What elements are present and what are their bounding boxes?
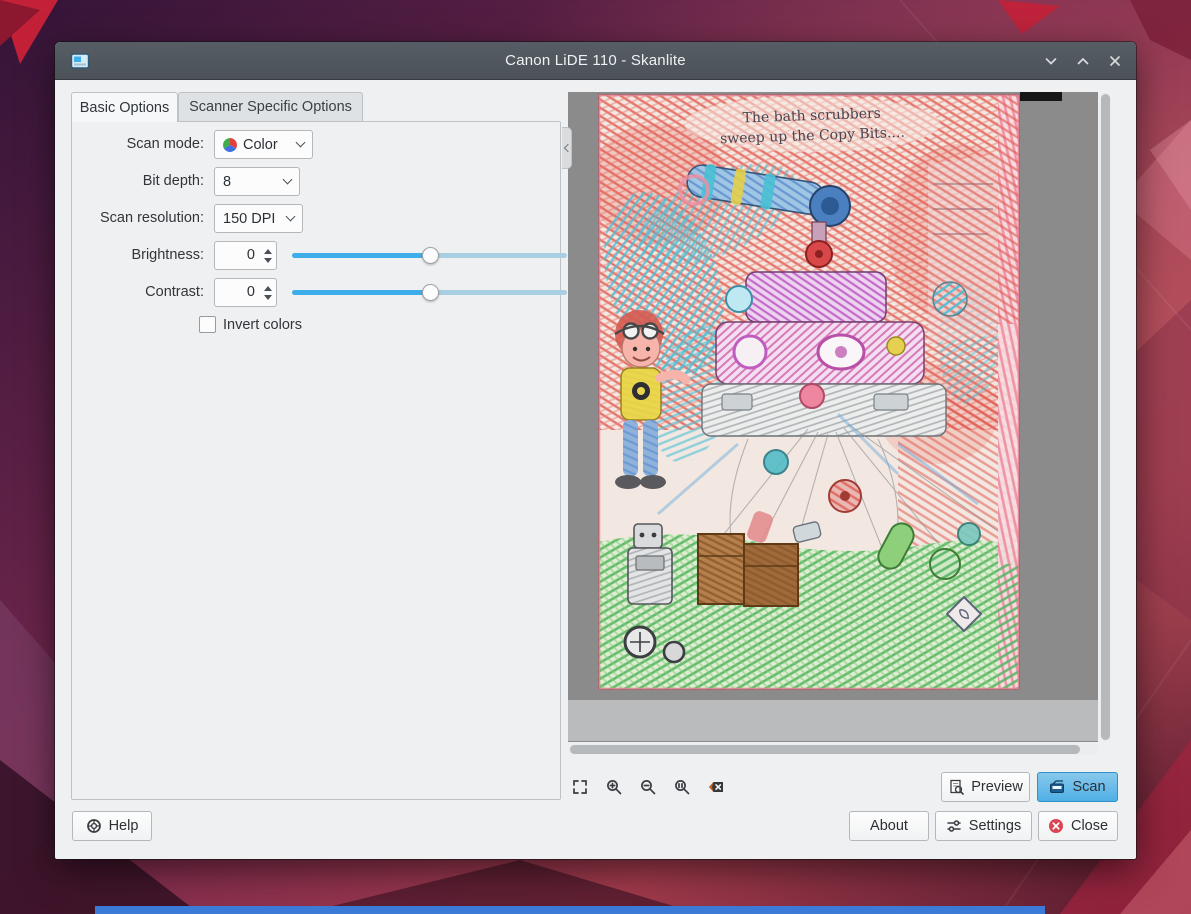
bit-depth-label: Bit depth: <box>74 167 204 196</box>
zoom-fit-icon <box>571 778 589 796</box>
tab-basic-options-label: Basic Options <box>80 100 169 116</box>
chevron-down-icon <box>296 138 306 148</box>
basic-options-panel: Scan mode: Color Bit depth: 8 Scan resol… <box>71 121 561 800</box>
spin-down-button[interactable] <box>264 258 272 263</box>
about-button[interactable]: About <box>849 811 929 841</box>
chevron-down-icon <box>283 175 293 185</box>
close-button-label: Close <box>1071 818 1108 834</box>
maximize-button[interactable] <box>1072 50 1094 72</box>
settings-button-label: Settings <box>969 818 1021 834</box>
scan-resolution-value: 150 DPI <box>223 211 275 227</box>
contrast-label: Contrast: <box>74 278 204 307</box>
zoom-in-icon <box>605 778 623 796</box>
chevron-down-icon <box>286 212 296 222</box>
desktop: Canon LiDE 110 - Skanlite Basic Options … <box>0 0 1191 914</box>
contrast-slider[interactable] <box>292 278 567 307</box>
horizontal-scrollbar-thumb[interactable] <box>570 745 1080 754</box>
vertical-scrollbar-thumb[interactable] <box>1101 94 1110 740</box>
close-window-button[interactable] <box>1104 50 1126 72</box>
zoom-in-button[interactable] <box>603 776 625 798</box>
clear-selections-icon <box>707 778 725 796</box>
spin-up-button[interactable] <box>264 249 272 254</box>
chevron-left-icon <box>563 144 571 152</box>
contrast-spinbox[interactable]: 0 <box>214 278 277 307</box>
close-icon <box>1107 53 1123 69</box>
tab-basic-options[interactable]: Basic Options <box>71 92 178 122</box>
scan-mode-label: Scan mode: <box>74 130 204 159</box>
tab-scanner-specific-options[interactable]: Scanner Specific Options <box>178 92 363 121</box>
window-title: Canon LiDE 110 - Skanlite <box>55 52 1136 69</box>
scan-resolution-label: Scan resolution: <box>74 204 204 233</box>
color-wheel-icon <box>223 138 237 152</box>
slider-handle[interactable] <box>422 284 439 301</box>
about-button-label: About <box>870 818 908 834</box>
zoom-fit-button[interactable] <box>569 776 591 798</box>
scan-bed-strip <box>568 700 1098 741</box>
zoom-out-icon <box>639 778 657 796</box>
bit-depth-value: 8 <box>223 174 231 190</box>
scan-resolution-select[interactable]: 150 DPI <box>214 204 303 233</box>
scanner-icon <box>1049 779 1065 795</box>
clear-selections-button[interactable] <box>705 776 727 798</box>
skanlite-app-icon <box>69 50 91 72</box>
brightness-label: Brightness: <box>74 241 204 270</box>
scan-button-label: Scan <box>1072 779 1105 795</box>
chevron-up-icon <box>1075 53 1091 69</box>
brightness-value[interactable]: 0 <box>215 242 260 269</box>
zoom-actual-size-button[interactable] <box>671 776 693 798</box>
horizontal-scrollbar[interactable] <box>568 744 1098 755</box>
help-button[interactable]: Help <box>72 811 152 841</box>
help-button-label: Help <box>109 818 139 834</box>
settings-icon <box>946 818 962 834</box>
vertical-scrollbar[interactable] <box>1100 92 1111 742</box>
spin-up-button[interactable] <box>264 286 272 291</box>
bit-depth-select[interactable]: 8 <box>214 167 300 196</box>
close-circle-icon <box>1048 818 1064 834</box>
close-dialog-button[interactable]: Close <box>1038 811 1118 841</box>
scanner-lid-strip <box>1020 92 1062 101</box>
brightness-slider[interactable] <box>292 241 567 270</box>
brightness-spinbox[interactable]: 0 <box>214 241 277 270</box>
preview-image[interactable]: The bath scrubbers sweep up the Copy Bit… <box>598 94 1020 690</box>
zoom-out-button[interactable] <box>637 776 659 798</box>
settings-button[interactable]: Settings <box>935 811 1032 841</box>
scan-mode-value: Color <box>243 137 278 153</box>
skanlite-window: Canon LiDE 110 - Skanlite Basic Options … <box>55 42 1136 859</box>
tab-scanner-specific-options-label: Scanner Specific Options <box>189 99 352 115</box>
slider-handle[interactable] <box>422 247 439 264</box>
contrast-value[interactable]: 0 <box>215 279 260 306</box>
preview-area: The bath scrubbers sweep up the Copy Bit… <box>568 92 1098 742</box>
invert-colors-label: Invert colors <box>223 317 302 333</box>
splitter-handle[interactable] <box>562 127 572 169</box>
spin-down-button[interactable] <box>264 295 272 300</box>
preview-button[interactable]: Preview <box>941 772 1030 802</box>
minimize-button[interactable] <box>1040 50 1062 72</box>
scan-mode-select[interactable]: Color <box>214 130 313 159</box>
help-icon <box>86 818 102 834</box>
zoom-actual-size-icon <box>673 778 691 796</box>
chevron-down-icon <box>1043 53 1059 69</box>
invert-colors-checkbox[interactable] <box>199 316 216 333</box>
preview-button-label: Preview <box>971 779 1023 795</box>
document-preview-icon <box>948 779 964 795</box>
scan-button[interactable]: Scan <box>1037 772 1118 802</box>
titlebar[interactable]: Canon LiDE 110 - Skanlite <box>55 42 1136 80</box>
taskbar-peek-strip <box>95 906 1045 914</box>
